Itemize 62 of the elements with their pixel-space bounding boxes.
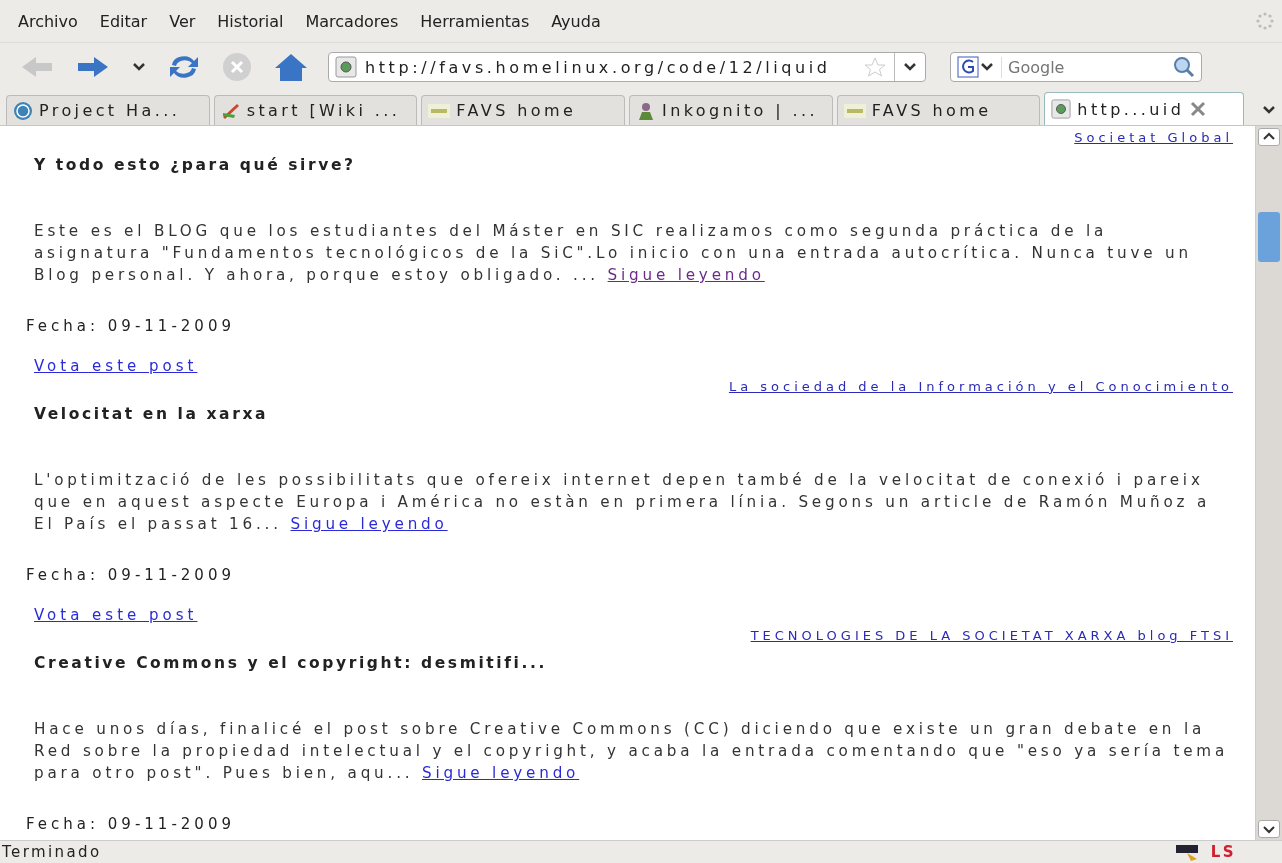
menu-item[interactable]: Editar [99, 11, 148, 31]
browser-tab[interactable]: FAVS home [421, 95, 625, 125]
menu-item[interactable]: Historial [217, 11, 284, 31]
menu-item[interactable]: Herramientas [420, 11, 530, 31]
search-field[interactable]: Google [950, 52, 1202, 82]
read-more-link[interactable]: Sigue leyendo [422, 764, 580, 782]
post-date: Fecha: 09-11-2009 [26, 566, 236, 584]
menu-item[interactable]: Ver [169, 11, 196, 31]
scrollbar[interactable] [1255, 126, 1282, 840]
status-text: Terminado [2, 843, 102, 861]
dropdown-caret-icon[interactable] [132, 62, 146, 72]
url-text: http://favs.homelinux.org/code/12/liquid [365, 57, 832, 77]
post-excerpt: Hace unos días, finalicé el post sobre Creative Commons (CC) diciendo que existe un gran debate en la Red sobre la propiedad intelectual y el copyright, y acaba la entrada comentando que "eso ya sería tema para otro post". Pues bien, aqu... Sigue leyendo [34, 719, 1229, 784]
tab-label: FAVS home [456, 101, 577, 120]
extension-icon[interactable] [1174, 843, 1201, 861]
dropdown-caret-icon[interactable] [903, 62, 917, 72]
menu-item[interactable]: Archivo [18, 11, 78, 31]
read-more-link[interactable]: Sigue leyendo [290, 515, 448, 533]
post-excerpt: L'optimització de les possibilitats que ofereix internet depen també de la velocitat de conexió i pareix que en aquest aspecte Europa i América no estàn en primera línia. Segons un article de Ramón Muñoz a El País el passat 16... Sigue leyendo [34, 470, 1212, 535]
favicon-icon [843, 103, 866, 118]
tab-list-caret-icon[interactable] [1262, 105, 1276, 115]
vote-link[interactable]: Vota este post [34, 606, 198, 624]
tab-label: Project Ha... [39, 101, 181, 120]
browser-tab[interactable]: FAVS home [836, 95, 1041, 125]
post-title: Velocitat en la xarxa [34, 405, 270, 423]
wordpress-icon [13, 100, 33, 121]
vote-link[interactable]: Vota este post [34, 357, 198, 375]
forward-arrow-icon[interactable] [76, 55, 110, 79]
source-link[interactable]: La sociedad de la Información y el Conocimiento [728, 378, 1233, 394]
home-icon[interactable] [274, 52, 308, 82]
favicon-icon [428, 103, 451, 118]
browser-tab[interactable]: start [Wiki ... [213, 95, 418, 125]
tab-label: start [Wiki ... [246, 101, 401, 120]
address-bar[interactable]: http://favs.homelinux.org/code/12/liquid [328, 52, 926, 82]
figure-icon [636, 100, 656, 121]
status-indicator[interactable]: LS [1210, 843, 1236, 861]
post-title: Creative Commons y el copyright: desmitifi... [34, 654, 548, 672]
post-excerpt: Este es el BLOG que los estudiantes del Máster en SIC realizamos como segunda práctica de la asignatura "Fundamentos tecnológicos de la SiC".Lo inicio con una entrada autocrítica. Nunca tuve un Blog personal. Y ahora, porque estoy obligado. ... Sigue leyendo [34, 221, 1193, 286]
scroll-up-icon[interactable] [1258, 128, 1280, 146]
page-icon [1051, 99, 1072, 119]
source-link[interactable]: Societat Global [1074, 129, 1233, 145]
tab-label: http...uid [1077, 99, 1185, 119]
post-title: Y todo esto ¿para qué sirve? [34, 156, 357, 174]
browser-tab[interactable]: Project Ha... [6, 95, 210, 125]
source-link[interactable]: TECNOLOGIES DE LA SOCIETAT XARXA blog FTSI [750, 627, 1233, 643]
tab-label: FAVS home [871, 101, 992, 120]
post-date: Fecha: 09-11-2009 [26, 815, 236, 833]
browser-tab[interactable]: http...uid [1044, 92, 1245, 125]
scroll-thumb[interactable] [1258, 212, 1280, 262]
read-more-link[interactable]: Sigue leyendo [607, 266, 765, 284]
close-icon[interactable] [1190, 101, 1207, 117]
tab-label: Inkognito | ... [662, 101, 818, 120]
menu-item[interactable]: Ayuda [551, 11, 601, 31]
post-date: Fecha: 09-11-2009 [26, 317, 236, 335]
star-icon[interactable] [864, 57, 886, 77]
scroll-down-icon[interactable] [1258, 820, 1280, 838]
page-icon [335, 56, 357, 78]
browser-tab[interactable]: Inkognito | ... [629, 95, 833, 125]
reload-icon[interactable] [168, 53, 200, 81]
throbber-icon [1256, 12, 1274, 30]
search-icon[interactable] [1173, 56, 1195, 78]
menu-item[interactable]: Marcadores [305, 11, 399, 31]
